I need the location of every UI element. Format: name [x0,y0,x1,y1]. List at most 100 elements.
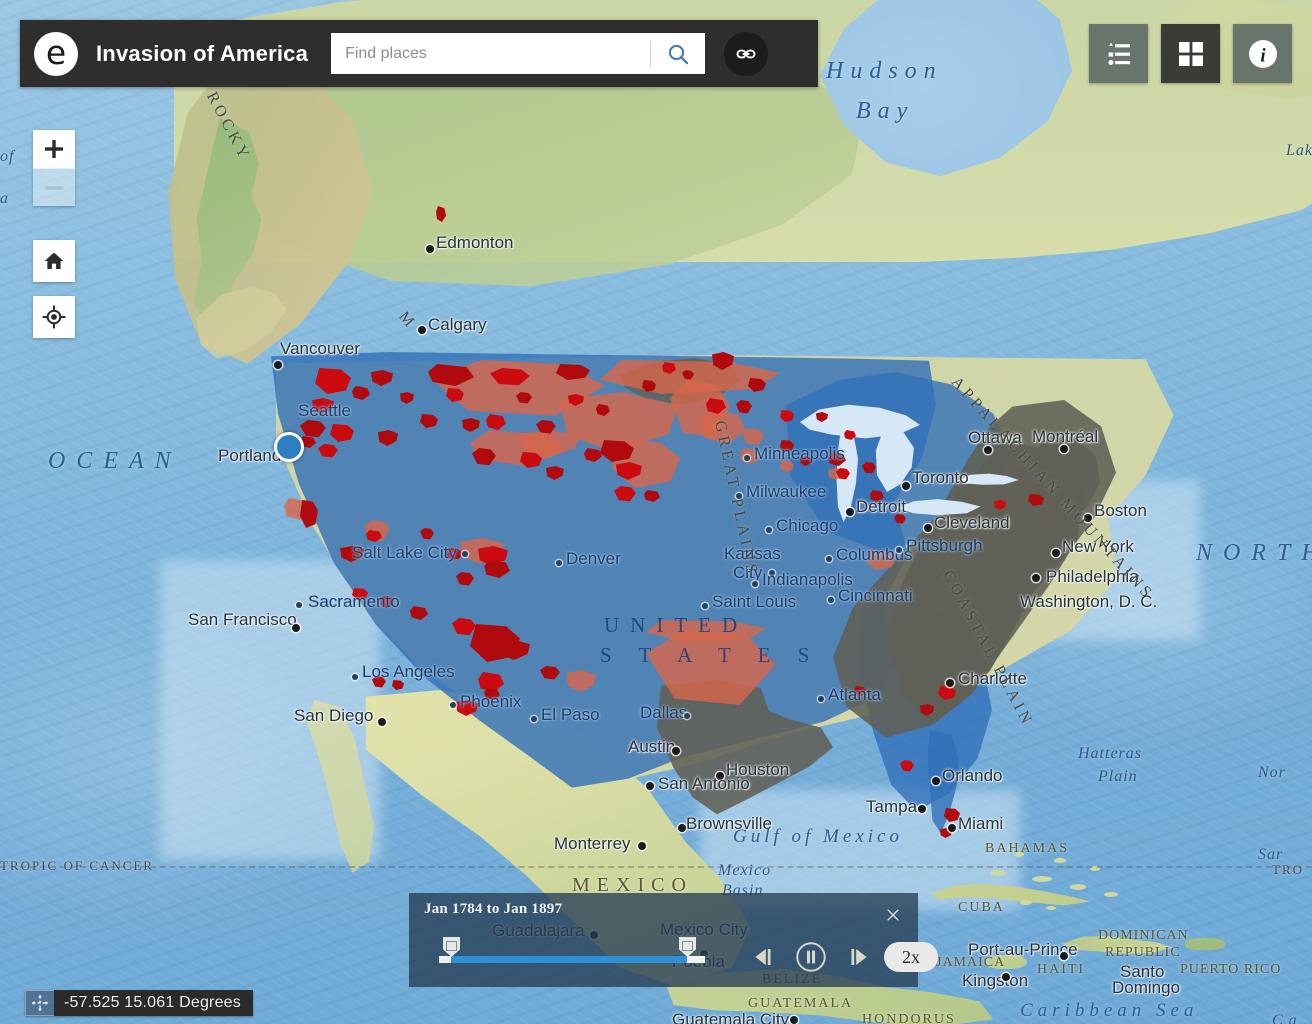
map-label: Sar [1258,846,1284,863]
search-input[interactable] [331,32,651,75]
city-dot [378,718,386,726]
reservation-polygon[interactable] [392,680,404,690]
svg-text:i: i [1260,45,1266,66]
time-range-slider[interactable] [439,937,705,969]
landmass-hispaniola [1062,936,1172,954]
map-label: OCEAN [48,448,182,474]
map-label: Kingston [962,971,1029,990]
grid-squares-icon [1178,41,1203,66]
close-time-slider-button[interactable] [880,902,906,928]
city-dot [1002,973,1010,981]
map-label: NORTH [1196,540,1312,566]
city-dot [702,603,708,609]
time-slider-panel: Jan 1784 to Jan 1897 2x [409,893,938,987]
map-label: C a [1272,1012,1298,1024]
city-dot [556,560,562,566]
city-dot [1052,549,1060,557]
home-button[interactable] [33,240,75,282]
city-dot [846,508,854,516]
map-application: Edmonton Calgary Vancouver Seattle Portland S… [0,0,1312,1024]
city-dot [1060,952,1068,960]
map-label: M [395,308,420,334]
map-label: Hatteras [1078,745,1142,762]
city-dot [531,716,537,722]
city-dot [752,581,758,587]
map-label: PUERTO RICO [1180,962,1282,977]
city-dot [744,455,750,461]
coordinates-widget: -57.525 15.061 Degrees [25,990,253,1016]
map-canvas[interactable]: Edmonton Calgary Vancouver Seattle Portland S… [0,0,1312,1024]
coordinates-toggle-button[interactable] [25,990,54,1016]
time-range-label: Jan 1784 to Jan 1897 [424,901,563,917]
zoom-in-button[interactable] [33,130,75,168]
minus-icon [45,185,63,190]
city-dot [716,772,724,780]
basemap-button[interactable] [1161,24,1220,83]
slider-handle-end[interactable] [679,937,696,957]
city-dot [426,245,434,253]
landmass-puerto-rico [1185,938,1225,950]
zoom-out-button[interactable] [33,168,75,206]
map-label: Caribbean Sea [1020,1000,1199,1021]
city-dot [296,602,302,608]
play-pause-button[interactable] [789,935,833,979]
island-shape [1032,876,1052,882]
next-step-button[interactable] [839,939,875,975]
landmass-jamaica [985,955,1027,969]
city-dot [932,777,940,785]
search-box[interactable] [331,32,706,75]
close-icon [887,909,899,921]
city-dot [1060,445,1068,453]
selected-location-marker[interactable] [274,432,304,462]
share-link-button[interactable] [724,31,769,76]
playback-speed-button[interactable]: 2x [884,942,938,972]
island-shape [1054,858,1066,863]
city-dot [1084,514,1092,522]
map-label: Nor [1258,764,1286,781]
city-dot [274,361,282,369]
search-icon [668,44,689,64]
info-icon: i [1248,39,1277,68]
city-dot [828,597,834,603]
city-dot [896,547,902,553]
about-button[interactable]: i [1233,24,1292,83]
pause-icon [796,942,826,972]
link-icon [736,49,756,58]
city-dot [984,446,992,454]
plus-icon [45,140,63,158]
city-dot [826,556,832,562]
island-shape [1104,892,1118,897]
map-label: Santo [1120,962,1165,981]
island-shape [990,870,1006,876]
map-label: Plain [1098,768,1138,785]
search-button[interactable] [651,33,706,74]
zoom-control [33,130,75,206]
locate-button[interactable] [33,296,75,338]
city-dot [418,326,426,334]
city-dot [790,1016,798,1024]
island-shape [1046,906,1056,910]
map-label: Portland [218,446,282,465]
city-dot [818,696,824,702]
city-dot [638,842,646,850]
city-dot [1032,574,1040,582]
legend-button[interactable] [1089,24,1148,83]
city-dot [678,824,686,832]
city-dot [946,679,954,687]
step-back-icon [755,949,771,965]
slider-handle-start[interactable] [443,937,460,957]
crosshair-move-icon [31,994,49,1012]
city-dot [918,805,926,813]
tropic-of-cancer-line [0,866,1312,868]
app-header: e Invasion of America [20,20,818,87]
map-label: of [0,148,15,165]
coordinates-readout: -57.525 15.061 Degrees [54,990,253,1016]
city-dot [924,524,932,532]
e-circle-logo: e [34,31,78,76]
home-icon [44,252,64,269]
city-dot [292,624,300,632]
city-dot [672,747,680,755]
city-dot [450,702,456,708]
previous-step-button[interactable] [747,939,783,975]
legend-list-icon [1107,42,1130,65]
